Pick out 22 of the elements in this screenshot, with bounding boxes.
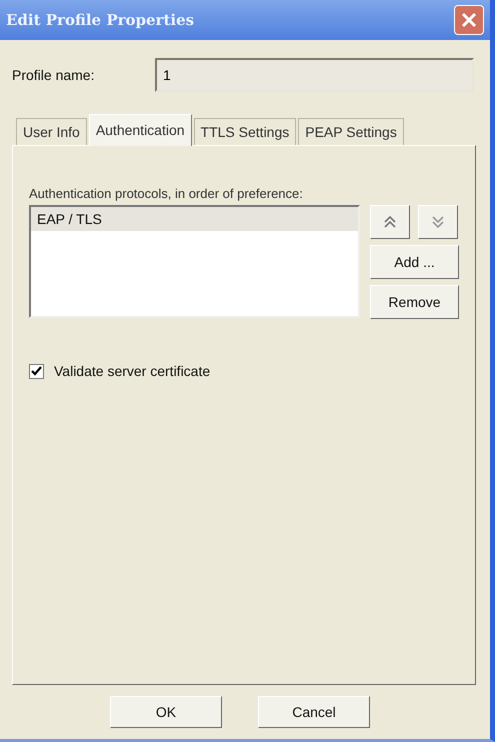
profile-name-label: Profile name: xyxy=(12,67,96,83)
tab[interactable]: PEAP Settings xyxy=(298,118,404,145)
checkbox-label[interactable]: Validate server certificate xyxy=(54,363,210,379)
tab[interactable]: Authentication xyxy=(88,114,192,146)
tab[interactable]: TTLS Settings xyxy=(194,118,296,145)
checkbox[interactable] xyxy=(29,364,44,378)
protocol-button[interactable]: Remove xyxy=(370,285,459,319)
tab[interactable]: User Info xyxy=(16,118,87,145)
window-title: Edit Profile Properties xyxy=(6,11,194,29)
close-icon xyxy=(460,11,478,29)
double-chevron-down-icon xyxy=(430,214,446,230)
dialog-button[interactable]: Cancel xyxy=(258,696,370,728)
double-chevron-up-icon xyxy=(382,214,398,230)
profile-name-field[interactable]: 1 xyxy=(155,58,474,92)
protocol-item[interactable]: EAP / TLS xyxy=(31,207,358,231)
dialog-button[interactable]: OK xyxy=(110,696,222,728)
close-button[interactable] xyxy=(454,5,484,35)
move-down-button[interactable] xyxy=(418,205,458,239)
move-up-button[interactable] xyxy=(370,205,410,239)
protocols-label: Authentication protocols, in order of preference: xyxy=(29,186,304,201)
protocol-list[interactable]: EAP / TLS xyxy=(29,205,360,318)
protocol-button[interactable]: Add ... xyxy=(370,245,459,279)
